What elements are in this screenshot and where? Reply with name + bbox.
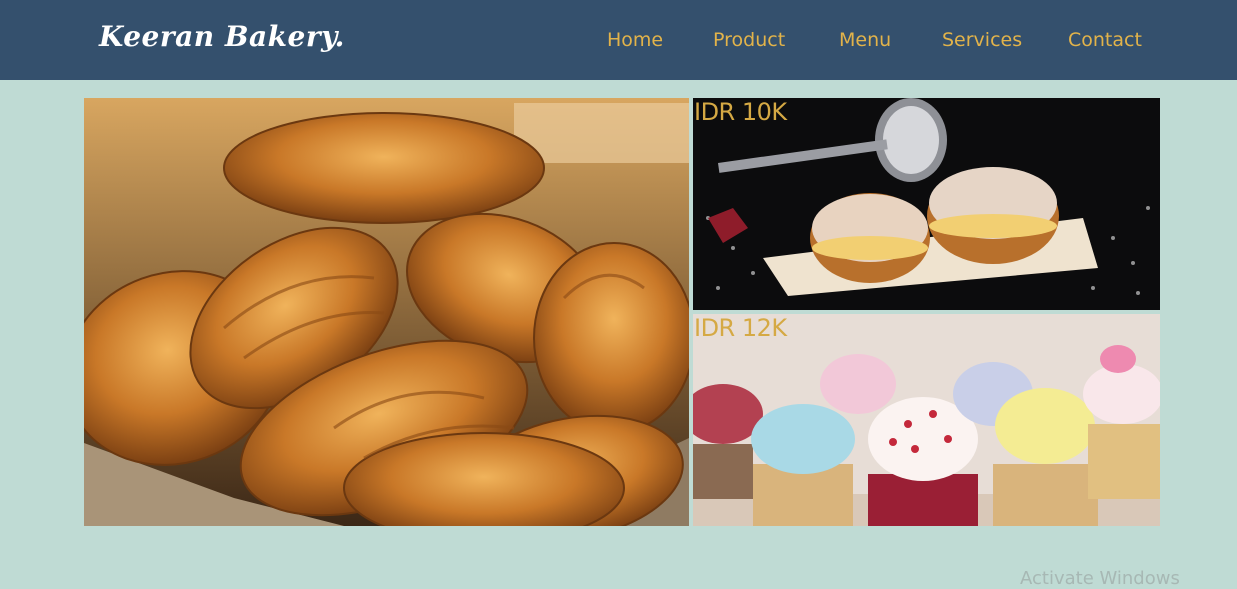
croissant-illustration bbox=[84, 98, 689, 526]
cupcake-photo: IDR 12K bbox=[693, 314, 1160, 526]
nav-link-services[interactable]: Services bbox=[942, 29, 1022, 51]
nav-link-contact[interactable]: Contact bbox=[1068, 29, 1142, 51]
cupcake-illustration bbox=[693, 314, 1160, 526]
main-nav: Home Product Menu Services Contact bbox=[0, 29, 1237, 59]
price-label: IDR 10K bbox=[694, 98, 787, 126]
nav-link-product[interactable]: Product bbox=[713, 29, 785, 51]
nav-link-home[interactable]: Home bbox=[607, 29, 663, 51]
donut-photo: IDR 10K bbox=[693, 98, 1160, 310]
donut-illustration bbox=[693, 98, 1160, 310]
price-label: IDR 12K bbox=[694, 314, 787, 342]
croissant-photo bbox=[84, 98, 689, 526]
nav-link-menu[interactable]: Menu bbox=[839, 29, 891, 51]
navbar: Keeran Bakery. Home Product Menu Service… bbox=[0, 0, 1237, 80]
